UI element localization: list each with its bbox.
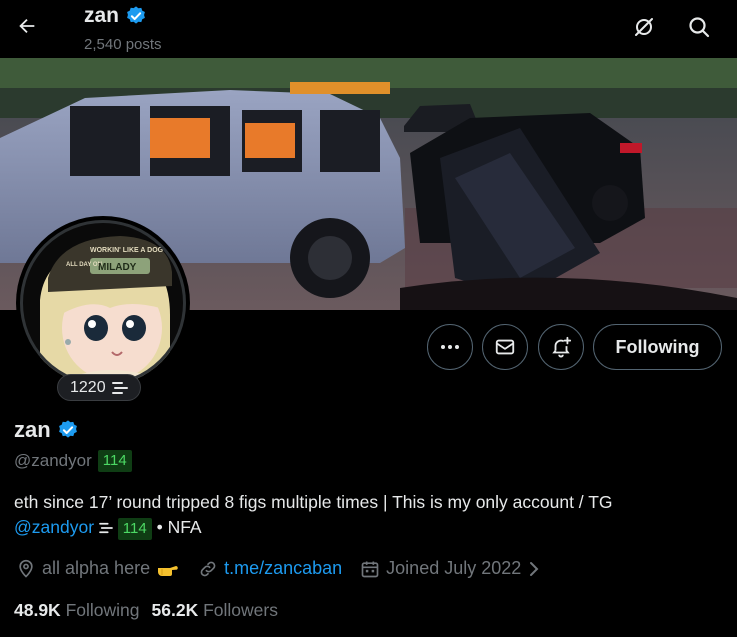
profile-meta: all alpha here t.me/zancaban Joined July…	[16, 558, 559, 579]
profile-name-text: zan	[14, 417, 51, 442]
following-button[interactable]: Following	[593, 324, 722, 370]
verified-icon	[127, 6, 145, 24]
following-stat[interactable]: 48.9K Following	[14, 600, 140, 621]
stack-icon	[111, 381, 128, 394]
no-signal-button[interactable]	[627, 10, 661, 44]
profile-name: zan	[14, 417, 79, 443]
bio-text: eth since 17’ round tripped 8 figs multi…	[14, 492, 613, 512]
location-text: all alpha here	[42, 558, 151, 578]
link-icon	[200, 561, 216, 576]
bio-suffix: • NFA	[156, 517, 202, 537]
message-button[interactable]	[482, 324, 528, 370]
followers-count: 56.2K	[151, 600, 199, 620]
avatar-illustration: WORKIN' LIKE A DOG ALL DAY ON MILADY	[20, 220, 186, 386]
profile-stats: 48.9K Following 56.2K Followers	[14, 600, 278, 621]
calendar-icon	[361, 561, 379, 577]
followers-stat[interactable]: 56.2K Followers	[152, 600, 278, 621]
website-item[interactable]: t.me/zancaban	[198, 558, 342, 579]
website-link[interactable]: t.me/zancaban	[224, 558, 342, 579]
following-label: Following	[65, 600, 140, 620]
cap-text-3: MILADY	[98, 262, 137, 273]
handle-text: @zandyor	[14, 451, 92, 470]
avatar-badge-number: 1220	[70, 378, 106, 396]
location-item: all alpha here	[16, 558, 180, 579]
joined-text: Joined July 2022	[386, 558, 522, 578]
mail-icon	[495, 339, 515, 355]
location-icon	[19, 559, 33, 578]
posts-count: 2,540 posts	[84, 36, 162, 53]
cap-text-2: ALL DAY ON	[66, 262, 102, 268]
chevron-right-icon[interactable]	[527, 560, 541, 578]
bio-badge: 114	[117, 518, 152, 540]
notifications-button[interactable]	[538, 324, 584, 370]
bio-mention-link[interactable]: @zandyor	[14, 517, 94, 537]
back-arrow-icon	[19, 18, 35, 34]
avatar-badge[interactable]: 1220	[57, 374, 141, 401]
joined-item: Joined July 2022	[360, 558, 541, 579]
header-name: zan	[84, 4, 147, 28]
cap-text-1: WORKIN' LIKE A DOG	[90, 247, 164, 254]
verified-icon	[58, 420, 77, 438]
profile-handle: @zandyor 114	[14, 450, 132, 472]
profile-avatar[interactable]: WORKIN' LIKE A DOG ALL DAY ON MILADY	[16, 216, 190, 390]
top-bar: zan 2,540 posts	[0, 0, 737, 58]
more-button[interactable]	[427, 324, 473, 370]
header-name-text: zan	[84, 4, 120, 27]
search-button[interactable]	[682, 10, 716, 44]
handle-badge: 114	[97, 450, 132, 472]
stack-icon	[99, 522, 113, 534]
followers-label: Followers	[203, 600, 278, 620]
following-count: 48.9K	[14, 600, 61, 620]
more-icon	[441, 345, 459, 349]
pointing-hand-icon	[158, 565, 178, 576]
back-button[interactable]	[10, 9, 44, 43]
notification-plus-icon	[552, 336, 572, 358]
avatar: WORKIN' LIKE A DOG ALL DAY ON MILADY	[20, 220, 186, 386]
search-icon	[689, 17, 710, 38]
profile-bio: eth since 17’ round tripped 8 figs multi…	[14, 490, 724, 540]
no-signal-icon	[635, 18, 653, 36]
